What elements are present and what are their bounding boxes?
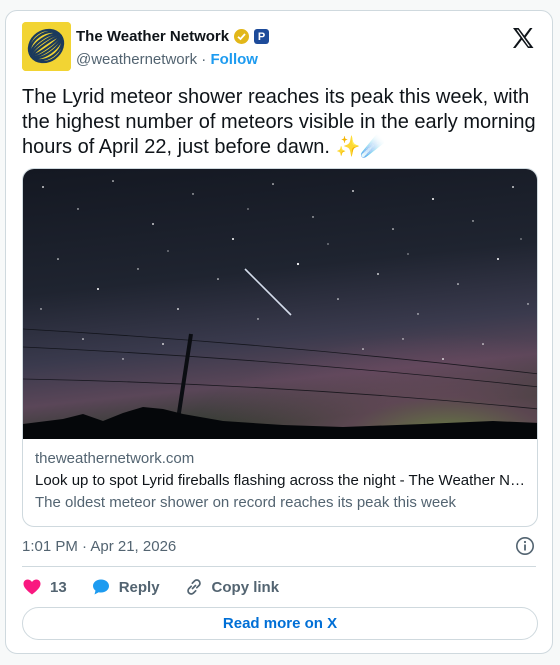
reply-button[interactable]: Reply (91, 577, 160, 597)
tweet-embed-card: The Weather Network P @weathernetwork · … (5, 10, 553, 654)
account-name[interactable]: The Weather Network (76, 28, 229, 45)
separator-dot: · (201, 51, 207, 68)
x-logo-icon[interactable] (511, 27, 535, 49)
account-name-row: The Weather Network P (76, 28, 270, 45)
tweet-timestamp[interactable]: 1:01 PM · Apr 21, 2026 (22, 538, 176, 555)
link-title[interactable]: Look up to spot Lyrid fireballs flashing… (35, 472, 529, 489)
follow-link[interactable]: Follow (210, 51, 258, 68)
reply-label: Reply (118, 578, 160, 596)
like-count: 13 (50, 578, 67, 596)
info-icon[interactable] (515, 536, 535, 556)
like-button[interactable]: 13 (22, 577, 67, 597)
account-handle[interactable]: @weathernetwork (76, 51, 197, 68)
affiliate-badge-icon: P (254, 29, 270, 44)
handle-row: @weathernetwork · Follow (76, 51, 258, 68)
action-bar: 13 Reply Copy link (22, 577, 303, 597)
weather-network-logo-avatar[interactable] (22, 22, 71, 71)
link-preview-card[interactable]: theweathernetwork.com Look up to spot Ly… (22, 168, 538, 527)
link-description: The oldest meteor shower on record reach… (35, 494, 457, 511)
meteor-night-sky-photo (23, 169, 537, 439)
reply-bubble-icon (92, 579, 109, 595)
heart-icon (23, 579, 41, 595)
divider (22, 566, 536, 567)
link-info: theweathernetwork.com Look up to spot Ly… (35, 450, 529, 511)
link-chain-icon (186, 579, 201, 595)
tweet-text: The Lyrid meteor shower reaches its peak… (22, 86, 536, 158)
verified-gold-badge-icon (233, 28, 250, 45)
link-domain: theweathernetwork.com (35, 450, 195, 467)
copy-link-label: Copy link (211, 578, 280, 596)
copy-link-button[interactable]: Copy link (184, 577, 280, 597)
read-more-on-x-button[interactable]: Read more on X (22, 607, 538, 640)
